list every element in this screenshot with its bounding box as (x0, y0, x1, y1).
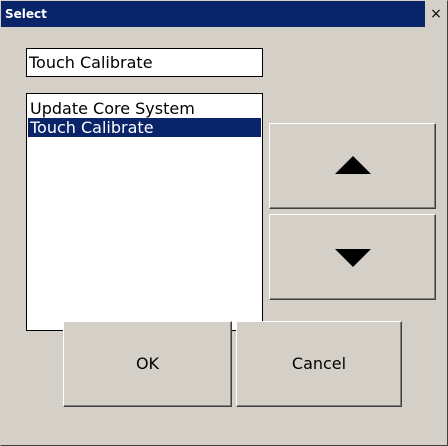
selection-field[interactable]: Touch Calibrate (26, 48, 263, 77)
ok-button[interactable]: OK (63, 321, 232, 407)
select-dialog: Select × Touch Calibrate Update Core Sys… (0, 0, 448, 446)
close-button[interactable]: × (425, 1, 447, 27)
options-listbox[interactable]: Update Core System Touch Calibrate (26, 93, 263, 331)
list-item-touch-calibrate[interactable]: Touch Calibrate (28, 118, 261, 137)
title-bar: Select × (1, 1, 447, 27)
arrow-down-icon (334, 249, 371, 267)
move-up-button[interactable] (269, 123, 436, 209)
list-item-update-core-system[interactable]: Update Core System (28, 99, 261, 118)
move-down-button[interactable] (269, 214, 436, 300)
close-icon: × (430, 6, 442, 22)
window-title: Select (5, 7, 47, 21)
arrow-up-icon (334, 156, 371, 174)
cancel-button[interactable]: Cancel (236, 321, 402, 407)
